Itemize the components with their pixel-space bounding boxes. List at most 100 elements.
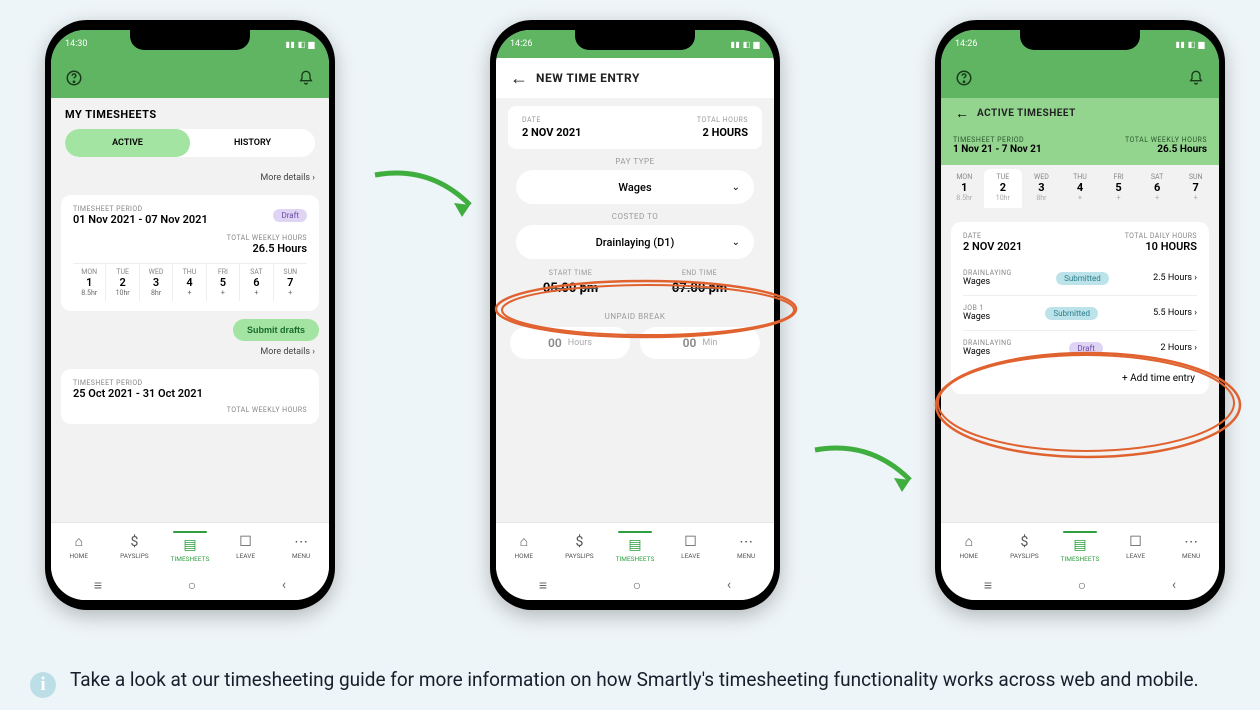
help-icon[interactable] xyxy=(65,69,83,87)
timesheet-card: TIMESHEET PERIOD 01 Nov 2021 - 07 Nov 20… xyxy=(61,195,319,311)
time-entry-row[interactable]: JOB 1Wages Submitted 5.5 Hours › xyxy=(963,296,1197,331)
nav-menu[interactable]: ⋯MENU xyxy=(273,523,329,570)
more-details-link[interactable]: More details › xyxy=(51,167,329,189)
app-bar: ← NEW TIME ENTRY xyxy=(496,58,774,98)
time-entry-row[interactable]: DRAINLAYINGWages Draft 2 Hours › xyxy=(963,331,1197,365)
submit-drafts-button[interactable]: Submit drafts xyxy=(233,319,319,341)
break-min-input[interactable]: 00Min xyxy=(640,327,760,359)
more-details-link[interactable]: More details › xyxy=(51,341,329,363)
pay-type-select[interactable]: Wages⌄ xyxy=(516,170,754,204)
period-label: TIMESHEET PERIOD xyxy=(953,136,1042,144)
day-cell[interactable]: THU4+ xyxy=(173,264,206,301)
recents-icon[interactable]: ≡ xyxy=(539,577,547,594)
nav-timesheets[interactable]: ▤TIMESHEETS xyxy=(607,523,663,570)
status-badge: Submitted xyxy=(1045,307,1098,320)
system-nav: ≡ ○ ‹ xyxy=(496,570,774,600)
nav-leave[interactable]: ☐LEAVE xyxy=(1108,523,1164,570)
day-cell[interactable]: TUE210hr xyxy=(106,264,139,301)
total-hours-label: TOTAL HOURS xyxy=(697,116,748,124)
nav-home[interactable]: ⌂HOME xyxy=(51,523,107,570)
nav-payslips[interactable]: $PAYSLIPS xyxy=(107,523,163,570)
system-nav: ≡ ○ ‹ xyxy=(941,570,1219,600)
nav-leave[interactable]: ☐LEAVE xyxy=(663,523,719,570)
footnote-text: Take a look at our timesheeting guide fo… xyxy=(70,668,1199,691)
weekly-hours-value: 26.5 Hours xyxy=(1125,144,1207,155)
app-bar xyxy=(941,58,1219,98)
costed-to-label: COSTED TO xyxy=(496,212,774,221)
daily-hours-label: TOTAL DAILY HOURS xyxy=(1125,232,1197,240)
bottom-nav: ⌂HOME $PAYSLIPS ▤TIMESHEETS ☐LEAVE ⋯MENU xyxy=(51,522,329,570)
week-tab[interactable]: THU4+ xyxy=(1061,169,1100,208)
week-tabs: MON18.5hr TUE210hr WED38hr THU4+ FRI5+ S… xyxy=(941,165,1219,208)
week-tab[interactable]: SAT6+ xyxy=(1138,169,1177,208)
back-system-icon[interactable]: ‹ xyxy=(1172,577,1176,593)
period-label: TIMESHEET PERIOD xyxy=(73,205,208,213)
weekly-hours-label: TOTAL WEEKLY HOURS xyxy=(73,406,307,414)
bell-icon[interactable] xyxy=(1187,69,1205,87)
day-cell[interactable]: SUN7+ xyxy=(274,264,307,301)
date-value: 2 NOV 2021 xyxy=(522,126,581,139)
home-system-icon[interactable]: ○ xyxy=(633,577,641,594)
help-icon[interactable] xyxy=(955,69,973,87)
period-value: 25 Oct 2021 - 31 Oct 2021 xyxy=(73,387,307,400)
status-time: 14:26 xyxy=(510,39,532,49)
nav-leave[interactable]: ☐LEAVE xyxy=(218,523,274,570)
nav-timesheets[interactable]: ▤TIMESHEETS xyxy=(162,523,218,570)
menu-icon: ⋯ xyxy=(739,534,753,550)
nav-menu[interactable]: ⋯MENU xyxy=(718,523,774,570)
nav-menu[interactable]: ⋯MENU xyxy=(1163,523,1219,570)
back-system-icon[interactable]: ‹ xyxy=(727,577,731,593)
phone-new-time-entry: 14:26 ▮▮ ◧ ▆ ← NEW TIME ENTRY DATE 2 NOV… xyxy=(490,20,780,610)
phone-my-timesheets: 14:30 ▮▮ ◧ ▆ MY TIMESHEETS ACTIVE HISTOR… xyxy=(45,20,335,610)
end-time-value[interactable]: 07:00 pm xyxy=(639,281,760,296)
segment-active[interactable]: ACTIVE xyxy=(65,129,190,157)
nav-home[interactable]: ⌂HOME xyxy=(941,523,997,570)
page-title: MY TIMESHEETS xyxy=(51,98,329,129)
day-cell[interactable]: FRI5+ xyxy=(207,264,240,301)
week-tab[interactable]: MON18.5hr xyxy=(945,169,984,208)
nav-payslips[interactable]: $PAYSLIPS xyxy=(997,523,1053,570)
segment-history[interactable]: HISTORY xyxy=(190,129,315,157)
chevron-down-icon: ⌄ xyxy=(732,237,740,248)
recents-icon[interactable]: ≡ xyxy=(94,577,102,594)
nav-timesheets[interactable]: ▤TIMESHEETS xyxy=(1052,523,1108,570)
start-time-value[interactable]: 05:00 pm xyxy=(510,281,631,296)
system-nav: ≡ ○ ‹ xyxy=(51,570,329,600)
timesheets-icon: ▤ xyxy=(628,537,641,553)
day-cell[interactable]: WED38hr xyxy=(140,264,173,301)
phone-notch xyxy=(1020,30,1140,50)
page-title: NEW TIME ENTRY xyxy=(536,71,760,85)
date-value: 2 NOV 2021 xyxy=(963,240,1022,253)
period-header: TIMESHEET PERIOD 1 Nov 21 - 7 Nov 21 TOT… xyxy=(941,128,1219,165)
nav-home[interactable]: ⌂HOME xyxy=(496,523,552,570)
week-tab-selected[interactable]: TUE210hr xyxy=(984,169,1023,208)
weekly-hours-value: 26.5 Hours xyxy=(73,242,307,255)
draft-badge: Draft xyxy=(273,209,307,222)
date-label: DATE xyxy=(963,232,1022,240)
bell-icon[interactable] xyxy=(297,69,315,87)
home-system-icon[interactable]: ○ xyxy=(188,577,196,594)
time-entry-row[interactable]: DRAINLAYINGWages Submitted 2.5 Hours › xyxy=(963,261,1197,296)
day-cell[interactable]: SAT6+ xyxy=(240,264,273,301)
back-arrow-icon[interactable]: ← xyxy=(510,69,528,87)
home-system-icon[interactable]: ○ xyxy=(1078,577,1086,594)
status-icons: ▮▮ ◧ ▆ xyxy=(1176,40,1205,49)
back-system-icon[interactable]: ‹ xyxy=(282,577,286,593)
week-tab[interactable]: FRI5+ xyxy=(1099,169,1138,208)
add-time-entry-button[interactable]: + Add time entry xyxy=(963,365,1197,384)
week-tab[interactable]: WED38hr xyxy=(1022,169,1061,208)
nav-payslips[interactable]: $PAYSLIPS xyxy=(552,523,608,570)
end-time-label: END TIME xyxy=(639,269,760,277)
week-tab[interactable]: SUN7+ xyxy=(1176,169,1215,208)
phone-notch xyxy=(130,30,250,50)
status-time: 14:26 xyxy=(955,39,977,49)
menu-icon: ⋯ xyxy=(1184,534,1198,550)
pay-type-label: PAY TYPE xyxy=(496,157,774,166)
back-arrow-icon[interactable]: ← xyxy=(955,105,969,122)
break-hours-input[interactable]: 00Hours xyxy=(510,327,630,359)
recents-icon[interactable]: ≡ xyxy=(984,577,992,594)
info-icon: i xyxy=(30,672,56,698)
week-grid: MON18.5hr TUE210hr WED38hr THU4+ FRI5+ S… xyxy=(73,263,307,301)
costed-to-select[interactable]: Drainlaying (D1)⌄ xyxy=(516,225,754,259)
day-cell[interactable]: MON18.5hr xyxy=(73,264,106,301)
